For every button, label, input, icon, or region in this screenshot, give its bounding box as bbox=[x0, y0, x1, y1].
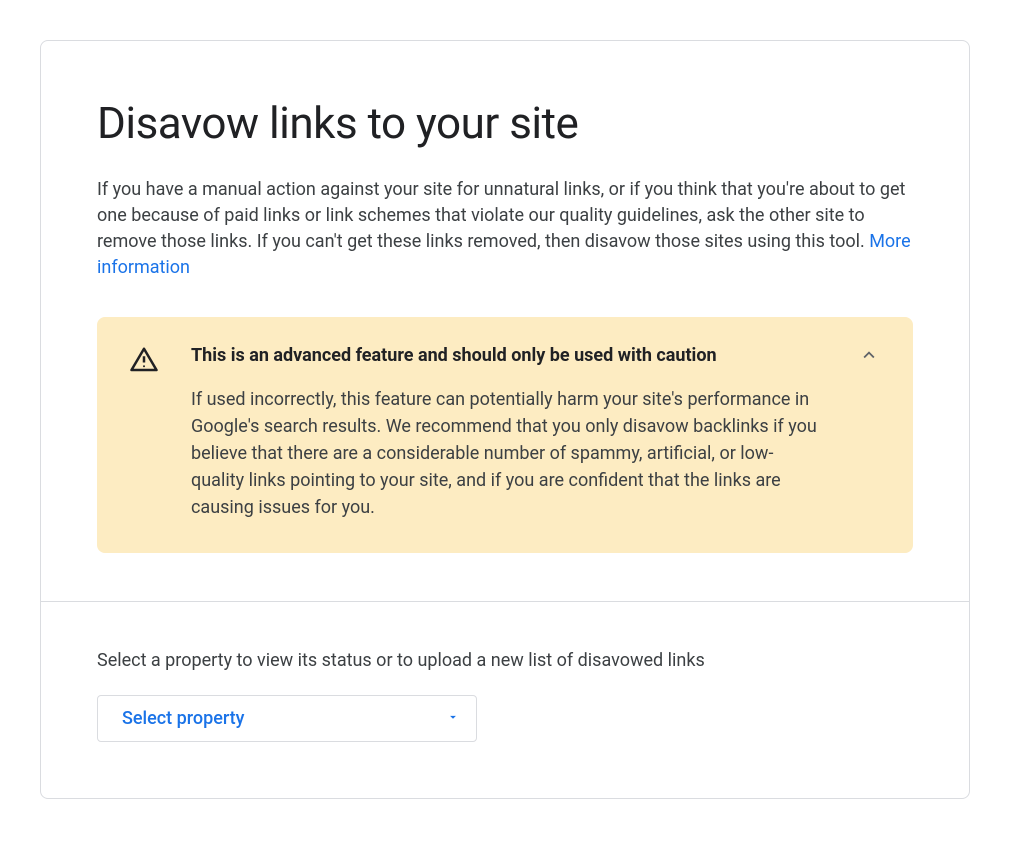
warning-title: This is an advanced feature and should o… bbox=[191, 345, 825, 366]
caret-down-icon bbox=[446, 709, 460, 728]
page-title: Disavow links to your site bbox=[97, 97, 913, 149]
chevron-up-icon bbox=[858, 344, 880, 370]
collapse-button[interactable] bbox=[857, 345, 881, 369]
intro-section: Disavow links to your site If you have a… bbox=[41, 41, 969, 601]
page-description: If you have a manual action against your… bbox=[97, 177, 913, 281]
property-select-dropdown[interactable]: Select property bbox=[97, 695, 477, 742]
warning-content: This is an advanced feature and should o… bbox=[191, 345, 825, 521]
property-select-label: Select a property to view its status or … bbox=[97, 650, 913, 671]
property-section: Select a property to view its status or … bbox=[41, 602, 969, 798]
warning-panel: This is an advanced feature and should o… bbox=[97, 317, 913, 553]
warning-body: If used incorrectly, this feature can po… bbox=[191, 386, 825, 521]
property-select-placeholder: Select property bbox=[122, 708, 244, 729]
warning-icon bbox=[129, 345, 159, 375]
main-card: Disavow links to your site If you have a… bbox=[40, 40, 970, 799]
description-text: If you have a manual action against your… bbox=[97, 179, 905, 252]
